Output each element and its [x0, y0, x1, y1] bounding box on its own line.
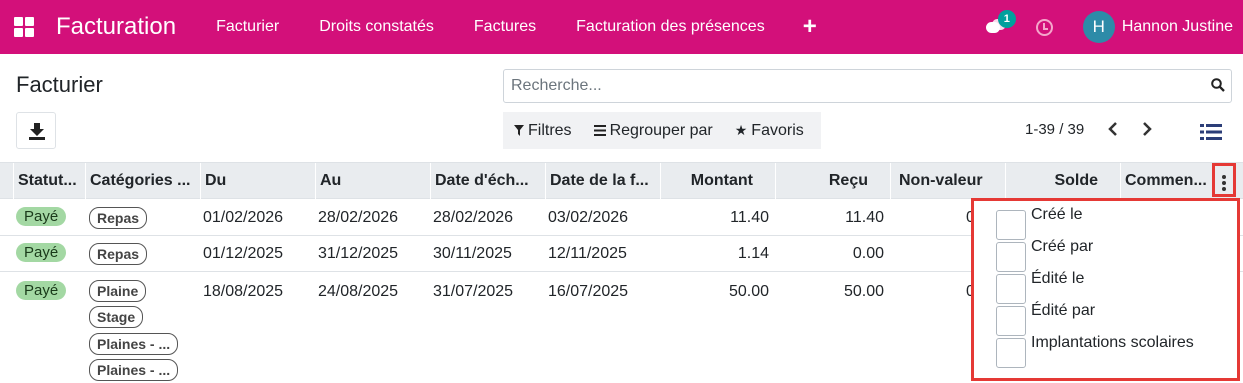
- column-header-recu[interactable]: Reçu: [775, 163, 890, 199]
- menu-factures[interactable]: Factures: [454, 18, 556, 36]
- checkbox[interactable]: [996, 306, 1026, 336]
- menu-droits-constates[interactable]: Droits constatés: [299, 18, 454, 36]
- menu-facturation-presences[interactable]: Facturation des présences: [556, 18, 785, 36]
- cell-montant: 1.14: [737, 245, 769, 262]
- cell-montant: 50.00: [728, 283, 769, 300]
- apps-menu-icon[interactable]: [14, 17, 34, 37]
- cell-date-echeance: 30/11/2025: [433, 245, 512, 262]
- status-badge: Payé: [16, 207, 67, 226]
- filters-button[interactable]: Filtres: [503, 122, 583, 140]
- bars-icon: [593, 125, 606, 136]
- cell-recu: 11.40: [845, 209, 884, 226]
- cell-date-facture: 16/07/2025: [548, 283, 629, 300]
- cell-du: 18/08/2025: [203, 283, 284, 300]
- cell-date-echeance: 31/07/2025: [433, 283, 514, 300]
- column-header-statut[interactable]: Statut...: [13, 163, 85, 199]
- top-navbar: Facturation Facturier Droits constatés F…: [0, 0, 1243, 54]
- status-badge: Payé: [16, 281, 67, 300]
- cell-date-echeance: 28/02/2026: [433, 209, 514, 226]
- table-header: Statut... Catégories ... Du Au Date d'éc…: [0, 162, 1243, 199]
- checkbox[interactable]: [996, 274, 1026, 304]
- search-options-bar: Filtres Regrouper par ★ Favoris: [503, 112, 821, 149]
- status-badge: Payé: [16, 243, 67, 262]
- group-by-button[interactable]: Regrouper par: [583, 122, 724, 140]
- search-input[interactable]: [511, 71, 1191, 101]
- column-header-date-facture[interactable]: Date de la f...: [545, 163, 660, 199]
- list-view-icon[interactable]: [1200, 124, 1222, 140]
- cell-recu: 0.00: [852, 245, 884, 262]
- category-tag: Plaines - ...: [89, 359, 179, 381]
- filter-icon: [514, 125, 524, 136]
- cell-du: 01/12/2025: [203, 245, 284, 262]
- search-icon[interactable]: [1211, 78, 1225, 92]
- messages-icon[interactable]: 1: [985, 10, 1016, 36]
- filters-label: Filtres: [528, 121, 572, 139]
- cell-au: 24/08/2025: [318, 283, 399, 300]
- cell-au: 28/02/2026: [318, 209, 399, 226]
- cell-montant: 11.40: [730, 209, 769, 226]
- cell-du: 01/02/2026: [203, 209, 284, 226]
- optional-columns-toggle[interactable]: [1212, 163, 1236, 197]
- page-title[interactable]: Facturier: [16, 72, 103, 98]
- column-header-solde[interactable]: Solde: [1005, 163, 1120, 199]
- cell-date-facture: 03/02/2026: [548, 209, 629, 226]
- category-tag: Plaine: [89, 280, 147, 302]
- download-icon: [29, 123, 45, 140]
- category-tag: Repas: [89, 243, 148, 265]
- column-header-montant[interactable]: Montant: [660, 163, 775, 199]
- cell-au: 31/12/2025: [318, 245, 399, 262]
- checkbox[interactable]: [996, 338, 1026, 368]
- search-bar: [503, 69, 1232, 103]
- activities-clock-icon[interactable]: [1035, 18, 1053, 36]
- column-header-non-valeur[interactable]: Non-valeur: [890, 163, 1005, 199]
- star-icon: ★: [734, 122, 748, 138]
- checkbox[interactable]: [996, 210, 1026, 240]
- column-header-au[interactable]: Au: [315, 163, 430, 199]
- download-button[interactable]: [16, 112, 56, 149]
- column-header-commentaire[interactable]: Commen...: [1120, 163, 1212, 199]
- pager-value[interactable]: 1-39 / 39: [1025, 121, 1084, 138]
- chevron-right-icon[interactable]: [1140, 121, 1154, 137]
- user-name[interactable]: Hannon Justine: [1122, 18, 1233, 36]
- messages-count-badge: 1: [997, 10, 1016, 28]
- favorites-button[interactable]: ★ Favoris: [724, 122, 815, 140]
- menu-more-plus-icon[interactable]: +: [785, 13, 835, 41]
- column-header-categories[interactable]: Catégories ...: [85, 163, 200, 199]
- favorites-label: Favoris: [751, 121, 804, 139]
- avatar[interactable]: H: [1082, 11, 1115, 43]
- optional-columns-menu: Créé le Créé par Édité le Édité par Impl…: [971, 198, 1240, 381]
- category-tag: Plaines - ...: [89, 333, 179, 355]
- app-title[interactable]: Facturation: [56, 13, 176, 41]
- group-by-label: Regrouper par: [609, 121, 713, 139]
- checkbox[interactable]: [996, 242, 1026, 272]
- menu-facturier[interactable]: Facturier: [196, 18, 299, 36]
- column-header-du[interactable]: Du: [200, 163, 315, 199]
- chevron-left-icon[interactable]: [1106, 121, 1120, 137]
- column-header-date-echeance[interactable]: Date d'éch...: [430, 163, 545, 199]
- category-tag: Stage: [89, 306, 144, 328]
- category-tag: Repas: [89, 207, 148, 229]
- cell-date-facture: 12/11/2025: [548, 245, 627, 262]
- cell-recu: 50.00: [843, 283, 884, 300]
